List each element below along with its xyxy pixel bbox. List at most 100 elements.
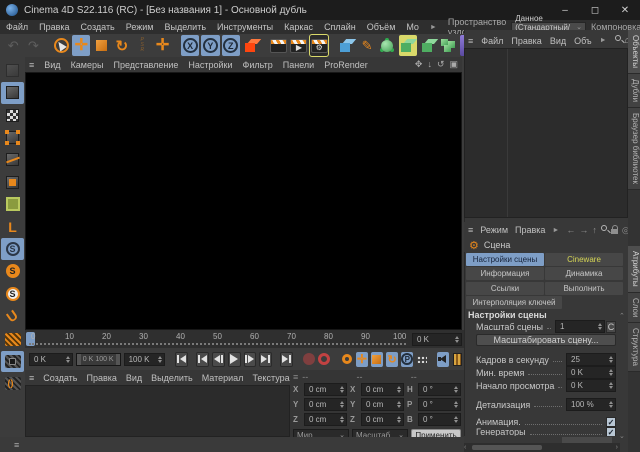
move-tool-button[interactable]: ✛	[72, 35, 90, 56]
tab-key-interpolation[interactable]: Интерполяция ключей	[466, 296, 562, 309]
menu-file[interactable]: Файл	[6, 22, 28, 32]
scale-project-button[interactable]: Масштабировать сцену...	[476, 334, 616, 346]
key-rotation-button[interactable]: ↻	[386, 352, 398, 367]
om-menu-objects[interactable]: Объ	[574, 36, 591, 46]
tab-layers[interactable]: Слои	[628, 293, 640, 323]
hamburger-icon[interactable]: ≡	[29, 373, 34, 383]
scale-x-field[interactable]: 0 cm	[361, 383, 404, 396]
tab-execute[interactable]: Выполнить	[545, 282, 623, 295]
pos-z-field[interactable]: 0 cm	[304, 413, 347, 426]
up-arrow-icon[interactable]: ↑	[592, 225, 597, 236]
goto-start-button[interactable]	[175, 352, 188, 367]
menu-overflow-arrow[interactable]: ►	[600, 37, 607, 44]
tab-takes[interactable]: Дубли	[628, 74, 640, 108]
material-menu-material[interactable]: Материал	[202, 373, 244, 383]
tab-objects[interactable]: Объекты	[628, 30, 640, 74]
menu-spline[interactable]: Сплайн	[324, 22, 356, 32]
menu-select[interactable]: Выделить	[165, 22, 207, 32]
lock-x-axis-button[interactable]: X	[181, 35, 199, 56]
transport-end-field[interactable]: 100 K	[124, 353, 166, 366]
rot-b-field[interactable]: 0 °	[418, 413, 461, 426]
edges-mode-button[interactable]	[1, 149, 24, 170]
menu-edit[interactable]: Правка	[39, 22, 69, 32]
search-icon[interactable]	[601, 225, 607, 231]
volume-builder-button[interactable]	[439, 35, 457, 56]
spinner-icon[interactable]	[454, 384, 458, 395]
om-menu-edit[interactable]: Правка	[511, 36, 541, 46]
project-scale-field[interactable]: 1	[555, 320, 605, 333]
magnet-tool-button[interactable]: U	[1, 305, 24, 326]
range-end-handle[interactable]	[116, 354, 120, 365]
viewport-menu-view[interactable]: Вид	[44, 60, 60, 70]
menu-mograph[interactable]: Mo	[406, 22, 419, 32]
hamburger-icon[interactable]: ≡	[14, 440, 19, 450]
model-mode-button[interactable]	[1, 82, 24, 103]
spinner-icon[interactable]	[158, 354, 162, 365]
back-arrow-icon[interactable]: ←	[566, 225, 575, 236]
workplane-mode-button[interactable]	[1, 194, 24, 215]
tab-project-settings[interactable]: Настройки сцены	[466, 253, 544, 266]
spinner-icon[interactable]	[455, 334, 459, 345]
tab-structure[interactable]: Структура	[628, 323, 640, 372]
tab-dynamics[interactable]: Динамика	[545, 267, 623, 280]
subdivision-surface-button[interactable]	[378, 35, 396, 56]
autokey-button[interactable]	[318, 352, 330, 367]
spinner-icon[interactable]	[598, 321, 602, 332]
spinner-icon[interactable]	[609, 380, 613, 391]
om-menu-file[interactable]: Файл	[481, 36, 503, 46]
pan-view-icon[interactable]: ✥	[415, 59, 423, 70]
points-mode-button[interactable]	[1, 127, 24, 148]
viewport-canvas[interactable]	[25, 72, 462, 330]
generators-button[interactable]	[399, 35, 417, 56]
scale-z-field[interactable]: 0 cm	[361, 413, 404, 426]
material-menu-create[interactable]: Создать	[43, 373, 77, 383]
snap-settings-button[interactable]: S	[1, 283, 24, 304]
om-menu-view[interactable]: Вид	[550, 36, 566, 46]
attr-menu-edit[interactable]: Правка	[515, 225, 545, 235]
object-list-area[interactable]	[464, 48, 628, 218]
axis-mode-button[interactable]: L	[1, 216, 24, 237]
scale-y-field[interactable]: 0 cm	[361, 398, 404, 411]
goto-end-button[interactable]	[280, 352, 293, 367]
spinner-icon[interactable]	[397, 399, 401, 410]
attr-menu-mode[interactable]: Режим	[480, 225, 508, 235]
make-editable-button[interactable]	[1, 60, 24, 81]
key-position-button[interactable]: ✛	[356, 352, 368, 367]
axis-modify-button[interactable]: ✛	[153, 35, 171, 56]
hamburger-icon[interactable]: ≡	[468, 225, 473, 235]
redo-button[interactable]: ↷	[24, 35, 42, 56]
material-menu-texture[interactable]: Текстура	[252, 373, 289, 383]
spinner-icon[interactable]	[609, 367, 613, 378]
viewport-menu-prorender[interactable]: ProRender	[324, 60, 368, 70]
spinner-icon[interactable]	[66, 354, 70, 365]
horizontal-scrollbar[interactable]: ‹ ›	[464, 443, 620, 452]
hamburger-icon[interactable]: ≡	[468, 36, 473, 46]
viewport-menu-options[interactable]: Настройки	[188, 60, 232, 70]
scrollbar-thumb[interactable]	[472, 445, 542, 450]
keyframe-selection-button[interactable]	[341, 352, 353, 367]
cloth-calculate-button[interactable]: ()	[1, 373, 24, 394]
tab-info[interactable]: Информация	[466, 267, 544, 280]
spinner-icon[interactable]	[340, 384, 344, 395]
lod-field[interactable]: 100 %	[566, 398, 616, 411]
tab-content-browser[interactable]: Браузер библиотек	[628, 108, 640, 190]
scale-unit-select[interactable]: C	[606, 321, 616, 333]
timeline-ruler[interactable]: 0 10 20 30 40 50 60 70 80 90 100	[25, 330, 410, 348]
next-frame-button[interactable]	[244, 352, 257, 367]
animation-checkbox[interactable]: ✓	[606, 417, 616, 427]
cloth-lock-button[interactable]	[1, 351, 24, 372]
spinner-icon[interactable]	[340, 399, 344, 410]
live-selection-button[interactable]	[52, 35, 70, 56]
rot-p-field[interactable]: 0 °	[418, 398, 461, 411]
menu-overflow-arrow[interactable]: ►	[430, 24, 437, 31]
spinner-icon[interactable]	[454, 399, 458, 410]
menu-mode[interactable]: Режим	[126, 22, 154, 32]
viewport-menu-display[interactable]: Представление	[113, 60, 178, 70]
menu-create[interactable]: Создать	[81, 22, 115, 32]
search-icon[interactable]	[615, 35, 621, 41]
hamburger-icon[interactable]: ≡	[293, 372, 298, 382]
material-menu-select[interactable]: Выделить	[151, 373, 193, 383]
fps-field[interactable]: 25	[566, 353, 616, 366]
tab-attributes[interactable]: Атрибуты	[628, 246, 640, 293]
menu-overflow-arrow[interactable]: ►	[552, 227, 559, 234]
